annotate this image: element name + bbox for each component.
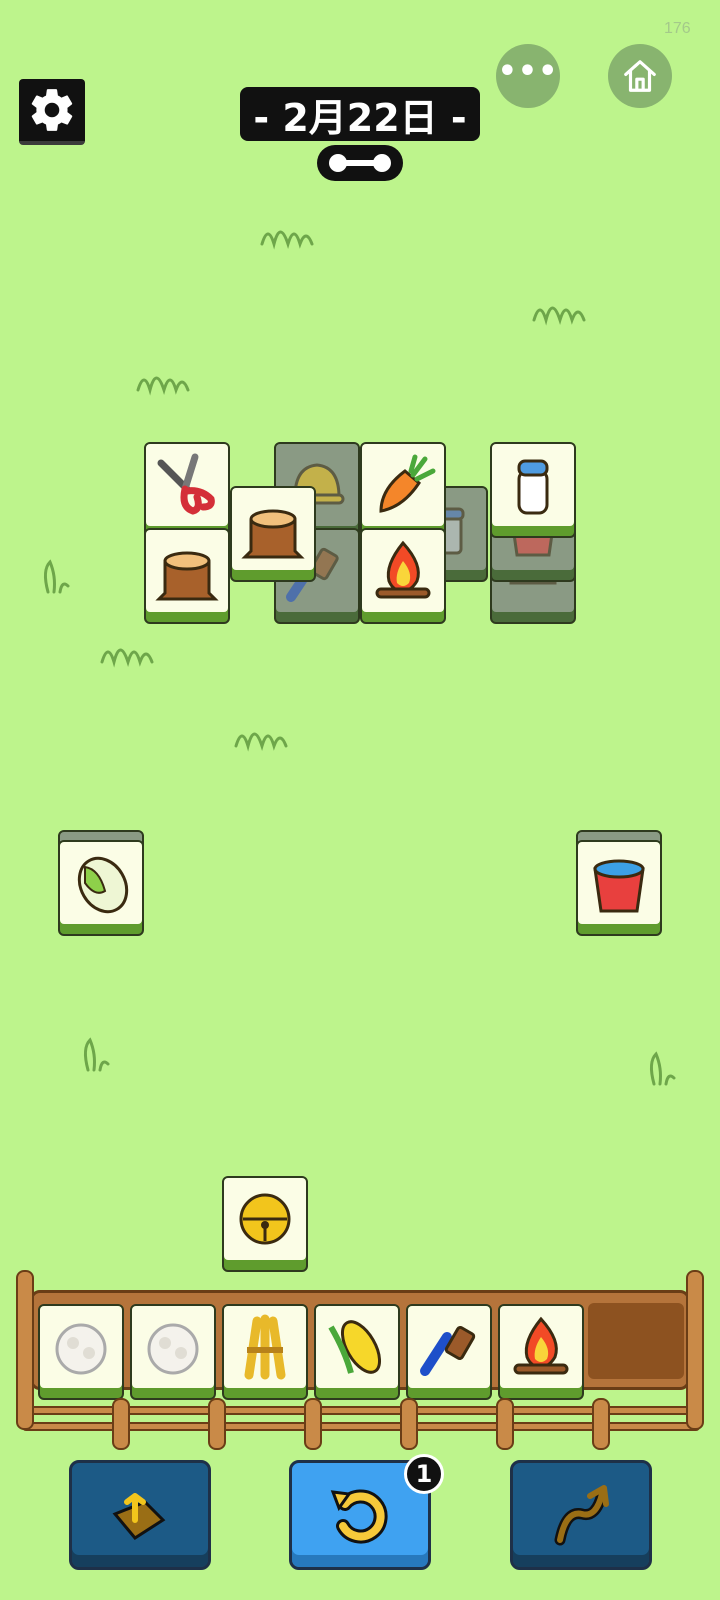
- progress-indicator: [317, 145, 403, 181]
- tray-tile-cotton: [130, 1304, 216, 1400]
- undo-count-badge: 1: [404, 1454, 444, 1494]
- brush-icon: [420, 1325, 476, 1376]
- grass-tuft-decoration: [136, 376, 190, 396]
- tree-stump-icon: [241, 509, 305, 559]
- tile-cabbage[interactable]: [58, 840, 144, 936]
- tile-carrot[interactable]: [360, 442, 446, 538]
- home-icon: [624, 60, 656, 92]
- fence-post: [496, 1398, 514, 1450]
- fence-post: [112, 1398, 130, 1450]
- wheat-bundle-icon: [244, 1314, 286, 1380]
- cotton-icon: [147, 1323, 199, 1375]
- undo-arrow-icon: [330, 1489, 388, 1544]
- tray-tile-corn: [314, 1304, 400, 1400]
- campfire-icon: [375, 540, 431, 599]
- cabbage-icon: [77, 856, 129, 914]
- tree-stump-icon: [155, 551, 219, 601]
- carrot-icon: [379, 454, 436, 513]
- tile-tree-stump[interactable]: [230, 486, 316, 582]
- grass-tuft-decoration: [43, 559, 70, 594]
- fence-post: [592, 1398, 610, 1450]
- remove-tiles-button[interactable]: [69, 1460, 211, 1570]
- gear-icon: [31, 89, 73, 131]
- fence-post: [400, 1398, 418, 1450]
- tile-milk-bottle[interactable]: [490, 442, 576, 538]
- cotton-icon: [55, 1323, 107, 1375]
- tile-bell[interactable]: [222, 1176, 308, 1272]
- dumbbell-progress-icon: [329, 154, 391, 172]
- tile-tree-stump[interactable]: [144, 528, 230, 624]
- grass-tuft-decoration: [100, 648, 154, 668]
- move-out-arrow-icon: [112, 1493, 166, 1540]
- tray-tile-brush: [406, 1304, 492, 1400]
- more-button[interactable]: •••: [496, 44, 560, 108]
- tray-tile-cotton: [38, 1304, 124, 1400]
- level-date-title: - 2月22日 -: [240, 87, 480, 141]
- fence-post: [686, 1270, 704, 1430]
- tile-pruning-shears[interactable]: [144, 442, 230, 538]
- grass-tuft-decoration: [649, 1051, 676, 1086]
- corn-icon: [328, 1320, 382, 1374]
- tile-campfire[interactable]: [360, 528, 446, 624]
- tray-empty-slot: [588, 1303, 684, 1379]
- campfire-icon: [513, 1316, 569, 1375]
- more-dots-icon: •••: [497, 54, 559, 89]
- grass-tuft-decoration: [234, 732, 288, 752]
- fps-counter: 176: [664, 20, 691, 37]
- home-button[interactable]: [608, 44, 672, 108]
- pruning-shears-icon: [157, 453, 215, 515]
- bucket-icon: [593, 859, 645, 913]
- grass-tuft-decoration: [260, 230, 314, 250]
- fence-post: [208, 1398, 226, 1450]
- fence-post: [304, 1398, 322, 1450]
- grass-tuft-decoration: [83, 1037, 110, 1072]
- settings-button[interactable]: [19, 79, 85, 145]
- bell-icon: [239, 1193, 291, 1245]
- tray-tile-wheat: [222, 1304, 308, 1400]
- tray-tile-campfire: [498, 1304, 584, 1400]
- fence-post: [16, 1270, 34, 1430]
- shuffle-arrows-icon: [554, 1485, 609, 1546]
- shuffle-button[interactable]: [510, 1460, 652, 1570]
- grass-tuft-decoration: [532, 306, 586, 326]
- tile-bucket[interactable]: [576, 840, 662, 936]
- milk-bottle-icon: [517, 459, 549, 515]
